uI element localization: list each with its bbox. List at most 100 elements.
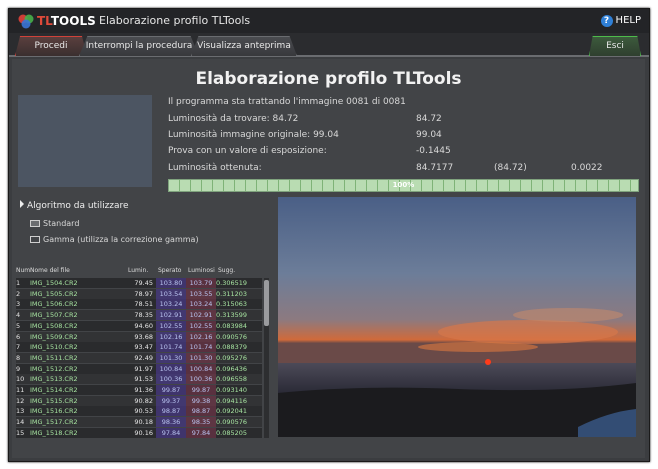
cell-luminosi: 100.36	[186, 374, 216, 385]
interrompi-button[interactable]: Interrompi la procedura	[79, 36, 199, 56]
help-button[interactable]: ? HELP	[600, 13, 641, 29]
cell-sugg: 0.093140	[216, 386, 248, 394]
cell-lumin: 78.97	[134, 289, 153, 298]
col-num: Num	[16, 267, 31, 274]
cell-num: 10	[16, 375, 25, 384]
cell-luminosi: 98.87	[186, 406, 216, 417]
cell-lumin: 79.45	[134, 279, 153, 287]
cell-lumin: 78.35	[134, 311, 153, 320]
table-row[interactable]: 3 IMG_1506.CR2 78.51 103.24 103.24 0.315063	[16, 299, 262, 310]
table-row[interactable]: 7 IMG_1510.CR2 93.47 101.74 101.74 0.088379	[16, 342, 262, 353]
col-lumin: Lumin.	[128, 267, 149, 274]
table-row[interactable]: 11 IMG_1514.CR2 91.36 99.87 99.87 0.093140	[16, 385, 262, 395]
cell-luminosi: 103.24	[186, 299, 216, 310]
image-table[interactable]: 1 IMG_1504.CR2 79.45 103.80 103.79 0.306519 2 I…	[16, 278, 262, 438]
cell-sugg: 0.083984	[216, 321, 248, 330]
cell-lumin: 90.16	[134, 428, 153, 437]
title-bar: TLTOOLS Elaborazione profilo TLTools ? H…	[9, 9, 649, 33]
algorithm-section[interactable]: Algoritmo da utilizzare	[20, 200, 129, 211]
table-row[interactable]: 14 IMG_1517.CR2 90.18 98.36 98.35 0.090576	[16, 417, 262, 428]
cell-sugg: 0.085205	[216, 428, 248, 437]
cell-sperato: 102.55	[156, 320, 186, 331]
cell-num: 12	[16, 396, 25, 405]
cell-sperato: 101.74	[156, 342, 186, 353]
cell-num: 3	[16, 300, 21, 309]
progress-bar: 100%	[168, 179, 639, 192]
cell-sugg: 0.094116	[216, 396, 248, 405]
cell-sugg: 0.306519	[216, 279, 248, 287]
obtained-diff: 0.0022	[571, 163, 603, 173]
anteprima-button[interactable]: Visualizza anteprima	[191, 36, 297, 56]
expand-arrow-icon	[20, 200, 24, 208]
cell-num: 7	[16, 343, 21, 352]
cell-num: 15	[16, 428, 25, 437]
table-row[interactable]: 2 IMG_1505.CR2 78.97 103.54 103.55 0.311203	[16, 288, 262, 299]
cell-lumin: 91.53	[134, 375, 153, 384]
cell-sperato: 103.54	[156, 288, 186, 299]
procedi-button[interactable]: Procedi	[15, 36, 87, 56]
cell-luminosi: 101.30	[186, 352, 216, 363]
tltools-logo-icon	[18, 14, 34, 29]
table-row[interactable]: 15 IMG_1518.CR2 90.16 97.84 97.84 0.085205	[16, 427, 262, 438]
table-row[interactable]: 8 IMG_1511.CR2 92.49 101.30 101.30 0.095276	[16, 352, 262, 363]
cell-num: 13	[16, 407, 25, 416]
option-standard[interactable]: Standard	[30, 219, 79, 228]
cell-lumin: 90.53	[134, 407, 153, 416]
cell-name: IMG_1509.CR2	[30, 332, 78, 341]
table-row[interactable]: 6 IMG_1509.CR2 93.68 102.16 102.16 0.090576	[16, 331, 262, 342]
progress-label: 100%	[392, 181, 415, 189]
table-header: Num Nome del file Lumin. Sperato Luminos…	[16, 267, 266, 277]
app-brand: TLTOOLS	[37, 14, 96, 28]
table-row[interactable]: 4 IMG_1507.CR2 78.35 102.91 102.91 0.313599	[16, 310, 262, 321]
app-window: TLTOOLS Elaborazione profilo TLTools ? H…	[8, 8, 650, 462]
col-sperato: Sperato	[158, 267, 182, 274]
cell-lumin: 78.51	[134, 300, 153, 309]
table-row[interactable]: 12 IMG_1515.CR2 90.82 99.37 99.38 0.094116	[16, 395, 262, 406]
main-panel: Elaborazione profilo TLTools Il programm…	[12, 59, 645, 458]
cell-lumin: 92.49	[134, 353, 153, 362]
table-row[interactable]: 13 IMG_1516.CR2 90.53 98.87 98.87 0.092041	[16, 406, 262, 417]
option-gamma[interactable]: Gamma (utilizza la correzione gamma)	[30, 235, 199, 244]
cell-luminosi: 103.79	[186, 278, 216, 288]
cell-sperato: 100.84	[156, 363, 186, 374]
cell-luminosi: 99.38	[186, 395, 216, 406]
cell-sugg: 0.315063	[216, 300, 248, 309]
cell-name: IMG_1517.CR2	[30, 418, 78, 427]
cell-luminosi: 99.87	[186, 385, 216, 395]
cell-num: 5	[16, 321, 21, 330]
table-row[interactable]: 10 IMG_1513.CR2 91.53 100.36 100.36 0.096558	[16, 374, 262, 385]
page-title: Elaborazione profilo TLTools	[195, 69, 462, 89]
cell-name: IMG_1518.CR2	[30, 428, 78, 437]
cell-name: IMG_1505.CR2	[30, 289, 78, 298]
cell-name: IMG_1506.CR2	[30, 300, 78, 309]
action-tab-bar: Procedi Interrompi la procedura Visualiz…	[9, 33, 649, 57]
table-scrollbar[interactable]	[264, 278, 269, 438]
cell-name: IMG_1516.CR2	[30, 407, 78, 416]
cell-lumin: 91.36	[134, 386, 153, 394]
esci-button[interactable]: Esci	[589, 36, 641, 56]
cell-luminosi: 103.55	[186, 288, 216, 299]
cell-num: 8	[16, 353, 21, 362]
cell-sperato: 99.87	[156, 385, 186, 395]
cell-name: IMG_1511.CR2	[30, 353, 78, 362]
table-row[interactable]: 5 IMG_1508.CR2 94.60 102.55 102.55 0.083984	[16, 320, 262, 331]
table-row[interactable]: 9 IMG_1512.CR2 91.97 100.84 100.84 0.096436	[16, 363, 262, 374]
cell-sperato: 103.80	[156, 278, 186, 288]
cell-lumin: 90.82	[134, 396, 153, 405]
scroll-thumb[interactable]	[264, 280, 269, 326]
cell-luminosi: 101.74	[186, 342, 216, 353]
window-title: Elaborazione profilo TLTools	[99, 14, 251, 27]
image-thumbnail	[18, 95, 152, 187]
cell-name: IMG_1504.CR2	[30, 279, 78, 287]
help-label: HELP	[615, 15, 641, 26]
cell-lumin: 93.68	[134, 332, 153, 341]
col-sugg: Sugg.	[218, 267, 236, 274]
cell-sugg: 0.092041	[216, 407, 248, 416]
cell-lumin: 91.97	[134, 364, 153, 373]
col-name: Nome del file	[30, 267, 70, 274]
cell-luminosi: 97.84	[186, 427, 216, 438]
cell-name: IMG_1513.CR2	[30, 375, 78, 384]
table-row[interactable]: 1 IMG_1504.CR2 79.45 103.80 103.79 0.306519	[16, 278, 262, 288]
cell-lumin: 93.47	[134, 343, 153, 352]
cell-sperato: 99.37	[156, 395, 186, 406]
